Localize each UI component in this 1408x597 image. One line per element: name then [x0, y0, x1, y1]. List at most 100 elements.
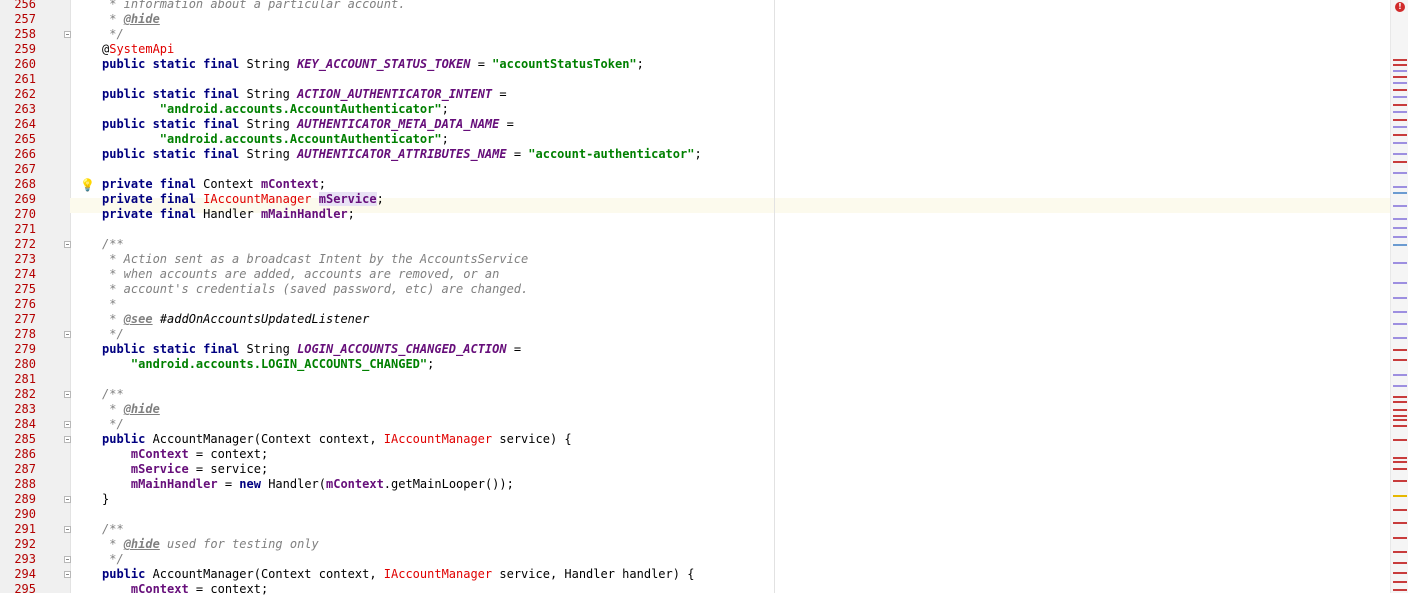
stripe-marker-error[interactable]	[1393, 401, 1407, 403]
code-line[interactable]: 294 public AccountManager(Context context…	[0, 567, 1408, 582]
stripe-marker-info[interactable]	[1393, 186, 1407, 188]
code-line[interactable]: 264 public static final String AUTHENTICA…	[0, 117, 1408, 132]
stripe-marker-info[interactable]	[1393, 172, 1407, 174]
fold-toggle-icon[interactable]	[64, 241, 71, 248]
stripe-marker-info[interactable]	[1393, 236, 1407, 238]
code-line[interactable]: 262 public static final String ACTION_AUT…	[0, 87, 1408, 102]
stripe-marker-info[interactable]	[1393, 218, 1407, 220]
code-line[interactable]: 292 * @hide used for testing only	[0, 537, 1408, 552]
stripe-marker-error[interactable]	[1393, 119, 1407, 121]
code-line[interactable]: 286 mContext = context;	[0, 447, 1408, 462]
code-line[interactable]: 285 public AccountManager(Context context…	[0, 432, 1408, 447]
intention-bulb-icon[interactable]: 💡	[80, 178, 95, 192]
stripe-marker-error[interactable]	[1393, 349, 1407, 351]
fold-toggle-icon[interactable]	[64, 391, 71, 398]
code-line[interactable]: 267	[0, 162, 1408, 177]
code-line[interactable]: 281	[0, 372, 1408, 387]
stripe-marker-info[interactable]	[1393, 323, 1407, 325]
stripe-marker-error[interactable]	[1393, 551, 1407, 553]
code-line[interactable]: 277 * @see #addOnAccountsUpdatedListener	[0, 312, 1408, 327]
fold-toggle-icon[interactable]	[64, 556, 71, 563]
stripe-marker-error[interactable]	[1393, 419, 1407, 421]
code-line[interactable]: 273 * Action sent as a broadcast Intent …	[0, 252, 1408, 267]
stripe-marker-info[interactable]	[1393, 297, 1407, 299]
stripe-marker-error[interactable]	[1393, 89, 1407, 91]
stripe-marker-info[interactable]	[1393, 82, 1407, 84]
stripe-marker-info[interactable]	[1393, 205, 1407, 207]
code-line[interactable]: 276 *	[0, 297, 1408, 312]
stripe-marker-error[interactable]	[1393, 468, 1407, 470]
stripe-marker-error[interactable]	[1393, 572, 1407, 574]
stripe-marker-error[interactable]	[1393, 537, 1407, 539]
stripe-marker-error[interactable]	[1393, 415, 1407, 417]
code-line[interactable]: 270 private final Handler mMainHandler;	[0, 207, 1408, 222]
stripe-marker-error[interactable]	[1393, 461, 1407, 463]
stripe-marker-error[interactable]	[1393, 59, 1407, 61]
code-line[interactable]: 258 */	[0, 27, 1408, 42]
stripe-marker-info[interactable]	[1393, 337, 1407, 339]
stripe-marker-error[interactable]	[1393, 104, 1407, 106]
code-line[interactable]: 293 */	[0, 552, 1408, 567]
code-line[interactable]: 269 private final IAccountManager mServic…	[0, 192, 1408, 207]
stripe-marker-info[interactable]	[1393, 153, 1407, 155]
code-line[interactable]: 266 public static final String AUTHENTICA…	[0, 147, 1408, 162]
code-line[interactable]: 289}	[0, 492, 1408, 507]
code-line[interactable]: 261	[0, 72, 1408, 87]
stripe-marker-error[interactable]	[1393, 134, 1407, 136]
fold-toggle-icon[interactable]	[64, 496, 71, 503]
stripe-marker-info[interactable]	[1393, 262, 1407, 264]
stripe-marker-error[interactable]	[1393, 522, 1407, 524]
error-status-icon[interactable]: !	[1395, 2, 1405, 12]
fold-toggle-icon[interactable]	[64, 526, 71, 533]
stripe-marker-info[interactable]	[1393, 111, 1407, 113]
stripe-marker-error[interactable]	[1393, 425, 1407, 427]
fold-toggle-icon[interactable]	[64, 31, 71, 38]
code-line[interactable]: 257 * @hide	[0, 12, 1408, 27]
code-line[interactable]: 287 mService = service;	[0, 462, 1408, 477]
stripe-marker-usage[interactable]	[1393, 244, 1407, 246]
code-line[interactable]: 275 * account's credentials (saved passw…	[0, 282, 1408, 297]
stripe-marker-error[interactable]	[1393, 409, 1407, 411]
code-line[interactable]: 259 @SystemApi	[0, 42, 1408, 57]
stripe-marker-error[interactable]	[1393, 562, 1407, 564]
code-line[interactable]: 260 public static final String KEY_ACCOUN…	[0, 57, 1408, 72]
code-line[interactable]: 274 * when accounts are added, accounts …	[0, 267, 1408, 282]
stripe-marker-info[interactable]	[1393, 227, 1407, 229]
code-line[interactable]: 295 mContext = context;	[0, 582, 1408, 597]
fold-toggle-icon[interactable]	[64, 571, 71, 578]
code-line[interactable]: 265 "android.accounts.AccountAuthenticat…	[0, 132, 1408, 147]
stripe-marker-error[interactable]	[1393, 509, 1407, 511]
fold-toggle-icon[interactable]	[64, 421, 71, 428]
stripe-marker-warning[interactable]	[1393, 495, 1407, 497]
stripe-marker-info[interactable]	[1393, 282, 1407, 284]
code-line[interactable]: 278 */	[0, 327, 1408, 342]
code-line[interactable]: 290	[0, 507, 1408, 522]
code-line[interactable]: 282 /**	[0, 387, 1408, 402]
code-line[interactable]: 256 * information about a particular acc…	[0, 0, 1408, 12]
fold-toggle-icon[interactable]	[64, 331, 71, 338]
stripe-marker-error[interactable]	[1393, 396, 1407, 398]
code-line[interactable]: 283 * @hide	[0, 402, 1408, 417]
stripe-marker-error[interactable]	[1393, 359, 1407, 361]
stripe-marker-info[interactable]	[1393, 70, 1407, 72]
stripe-marker-info[interactable]	[1393, 311, 1407, 313]
code-line[interactable]: 288 mMainHandler = new Handler(mContext.…	[0, 477, 1408, 492]
stripe-marker-usage[interactable]	[1393, 192, 1407, 194]
code-line[interactable]: 284 */	[0, 417, 1408, 432]
stripe-marker-error[interactable]	[1393, 589, 1407, 591]
fold-toggle-icon[interactable]	[64, 436, 71, 443]
stripe-marker-error[interactable]	[1393, 457, 1407, 459]
stripe-marker-info[interactable]	[1393, 96, 1407, 98]
code-line[interactable]: 279 public static final String LOGIN_ACCO…	[0, 342, 1408, 357]
stripe-marker-info[interactable]	[1393, 374, 1407, 376]
stripe-marker-error[interactable]	[1393, 581, 1407, 583]
code-line[interactable]: 272 /**	[0, 237, 1408, 252]
code-line[interactable]: 280 "android.accounts.LOGIN_ACCOUNTS_CHA…	[0, 357, 1408, 372]
stripe-marker-error[interactable]	[1393, 161, 1407, 163]
stripe-marker-info[interactable]	[1393, 126, 1407, 128]
stripe-marker-error[interactable]	[1393, 64, 1407, 66]
stripe-marker-info[interactable]	[1393, 385, 1407, 387]
stripe-marker-info[interactable]	[1393, 142, 1407, 144]
code-line[interactable]: 271	[0, 222, 1408, 237]
code-line[interactable]: 291 /**	[0, 522, 1408, 537]
